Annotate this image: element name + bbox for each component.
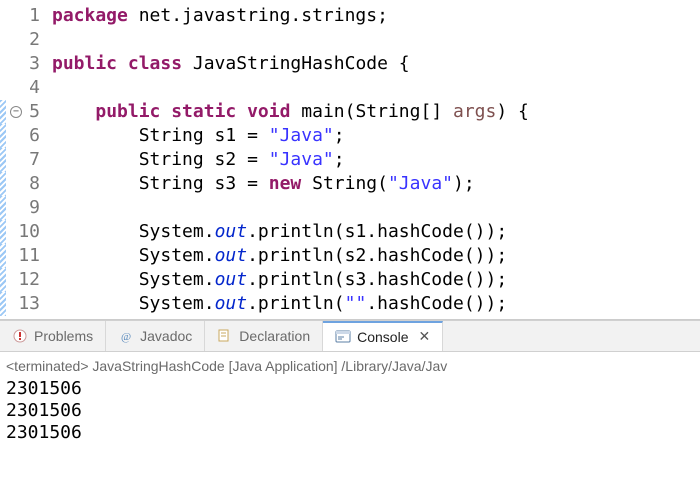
code-line[interactable]: package net.javastring.strings; (52, 4, 529, 28)
change-marker (0, 76, 6, 100)
change-marker (0, 124, 6, 148)
line-number: 11 (12, 244, 40, 268)
line-number-gutter: 12345678910111213 (8, 0, 48, 319)
code-line[interactable] (52, 28, 529, 52)
code-editor[interactable]: 12345678910111213 package net.javastring… (0, 0, 700, 320)
code-area[interactable]: package net.javastring.strings; public cl… (48, 0, 529, 319)
code-line[interactable]: public static void main(String[] args) { (52, 100, 529, 124)
code-line[interactable]: String s2 = "Java"; (52, 148, 529, 172)
code-line[interactable]: System.out.println(s1.hashCode()); (52, 220, 529, 244)
tab-label: Problems (34, 328, 93, 344)
line-number: 10 (12, 220, 40, 244)
console-status: <terminated> JavaStringHashCode [Java Ap… (6, 356, 694, 378)
console-line: 2301506 (6, 422, 694, 444)
change-marker (0, 292, 6, 316)
change-marker (0, 268, 6, 292)
javadoc-icon: @ (118, 328, 134, 344)
tab-label: Javadoc (140, 328, 192, 344)
tab-label: Console (357, 329, 408, 345)
tab-problems[interactable]: Problems (0, 321, 106, 351)
code-line[interactable]: System.out.println(s2.hashCode()); (52, 244, 529, 268)
change-marker (0, 196, 6, 220)
problems-icon (12, 328, 28, 344)
tab-javadoc[interactable]: @ Javadoc (106, 321, 205, 351)
line-number: 4 (12, 76, 40, 100)
change-marker (0, 220, 6, 244)
change-marker (0, 148, 6, 172)
tab-declaration[interactable]: Declaration (205, 321, 323, 351)
change-marker (0, 4, 6, 28)
code-line[interactable]: String s1 = "Java"; (52, 124, 529, 148)
console-line: 2301506 (6, 400, 694, 422)
code-line[interactable] (52, 76, 529, 100)
code-line[interactable]: System.out.println("".hashCode()); (52, 292, 529, 316)
change-marker (0, 244, 6, 268)
bottom-tab-bar: Problems @ Javadoc Declaration Console ✕ (0, 320, 700, 352)
fold-toggle-icon[interactable] (10, 106, 22, 118)
declaration-icon (217, 328, 233, 344)
console-output[interactable]: 230150623015062301506 (6, 378, 694, 444)
line-number: 12 (12, 268, 40, 292)
line-number: 2 (12, 28, 40, 52)
code-line[interactable]: System.out.println(s3.hashCode()); (52, 268, 529, 292)
code-line[interactable] (52, 196, 529, 220)
svg-text:@: @ (121, 331, 131, 343)
line-number: 8 (12, 172, 40, 196)
line-number: 13 (12, 292, 40, 316)
line-number: 7 (12, 148, 40, 172)
console-line: 2301506 (6, 378, 694, 400)
change-marker (0, 100, 6, 124)
line-number: 6 (12, 124, 40, 148)
tab-console[interactable]: Console ✕ (323, 321, 443, 351)
change-marker (0, 28, 6, 52)
console-icon (335, 329, 351, 345)
change-marker (0, 172, 6, 196)
line-number: 9 (12, 196, 40, 220)
console-panel: <terminated> JavaStringHashCode [Java Ap… (0, 352, 700, 500)
code-line[interactable]: String s3 = new String("Java"); (52, 172, 529, 196)
line-number: 5 (12, 100, 40, 124)
change-marker (0, 52, 6, 76)
tab-label: Declaration (239, 328, 310, 344)
code-line[interactable]: public class JavaStringHashCode { (52, 52, 529, 76)
line-number: 3 (12, 52, 40, 76)
close-icon[interactable]: ✕ (419, 328, 431, 345)
line-number: 1 (12, 4, 40, 28)
